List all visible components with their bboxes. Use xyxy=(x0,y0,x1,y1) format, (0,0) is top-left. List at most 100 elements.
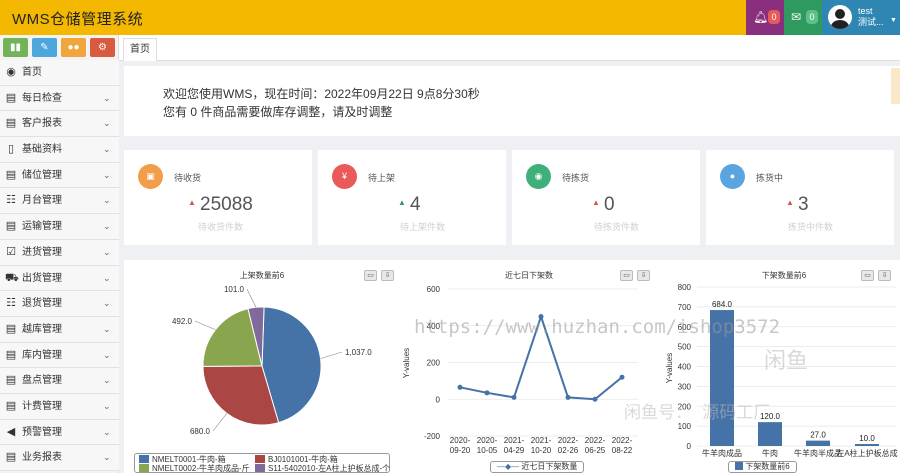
messages-button[interactable]: ✉ 0 xyxy=(784,0,822,35)
sidebar-item[interactable]: ◉ 首页 xyxy=(0,60,119,86)
y-tick-label: 100 xyxy=(678,422,692,431)
pie-connector xyxy=(246,288,257,308)
chart-shortcut-button[interactable]: ▮▮ xyxy=(3,38,28,57)
list-icon: ☷ xyxy=(6,297,16,310)
line-legend-item[interactable]: —◆— 近七日下架数量 xyxy=(490,461,585,473)
stat-card[interactable]: ● 拣货中 ▲ 3 拣货中件数 xyxy=(706,150,894,245)
legend-swatch xyxy=(255,464,265,472)
pie-connector xyxy=(194,320,216,331)
user-menu[interactable]: test 测试... ▼ xyxy=(822,0,900,35)
tab-home[interactable]: 首页 xyxy=(123,38,157,61)
sidebar-item-label: 每日检查 xyxy=(22,92,62,104)
panel-edge-tab[interactable] xyxy=(891,68,900,104)
sidebar-item[interactable]: ◀ 预警管理 ⌄ xyxy=(0,419,119,446)
print-icon: ▭ xyxy=(623,272,630,279)
chevron-down-icon: ⌄ xyxy=(103,375,111,386)
chevron-down-icon: ⌄ xyxy=(103,92,111,103)
sidebar-item[interactable]: ▤ 每日检查 ⌄ xyxy=(0,85,119,112)
tab-bar: 首页 xyxy=(119,35,900,61)
watermark-logo: 闲鱼 xyxy=(764,349,809,374)
sidebar-item[interactable]: ⛟ 出货管理 ⌄ xyxy=(0,265,119,292)
legend-item[interactable]: NMELT0001-牛肉-箱 xyxy=(139,455,226,464)
x-tick-label: 2022- xyxy=(585,436,606,445)
chart1-print-button[interactable]: ▭ xyxy=(364,270,377,281)
envelope-icon: ✉ xyxy=(791,10,802,24)
settings-shortcut-button[interactable]: ⚙ xyxy=(90,38,115,57)
x-tick-label: 左A柱上护板总成 xyxy=(836,448,897,458)
legend-item[interactable]: BJ0101001-牛肉-箱 xyxy=(255,455,338,464)
stat-card[interactable]: ◉ 待拣货 ▲ 0 待拣货件数 xyxy=(512,150,700,245)
line-chart-title: 近七日下架数 xyxy=(505,270,553,280)
sidebar-item[interactable]: ▤ 库内管理 ⌄ xyxy=(0,342,119,369)
chevron-down-icon: ⌄ xyxy=(103,195,111,206)
user-icon: ● xyxy=(720,164,745,189)
stat-card[interactable]: ▣ 待收货 ▲ 25088 待收货件数 xyxy=(124,150,312,245)
chevron-down-icon: ⌄ xyxy=(103,349,111,360)
legend-label: S11-5402010-左A柱上护板总成-个 xyxy=(268,464,391,473)
user-name: test xyxy=(858,6,873,16)
x-tick-label: 2021- xyxy=(531,436,552,445)
stat-subtitle: 待收货件数 xyxy=(198,222,244,232)
app-title: WMS仓储管理系统 xyxy=(12,11,144,28)
sidebar-item[interactable]: ▤ 越库管理 ⌄ xyxy=(0,316,119,343)
chart3-print-button[interactable]: ▭ xyxy=(861,270,874,281)
yen-icon: ¥ xyxy=(332,164,357,189)
line-point xyxy=(565,394,571,400)
chevron-down-icon: ⌄ xyxy=(103,221,111,232)
sidebar-item[interactable]: ▤ 客户报表 ⌄ xyxy=(0,111,119,138)
list-icon: ▤ xyxy=(5,220,17,233)
line-point xyxy=(592,396,598,402)
bar-data-label: 27.0 xyxy=(810,431,826,440)
users-shortcut-button[interactable]: ●● xyxy=(61,38,86,57)
sidebar-item[interactable]: ▤ 盘点管理 ⌄ xyxy=(0,368,119,394)
sidebar-item[interactable]: ▤ 业务报表 ⌄ xyxy=(0,445,119,471)
y-tick-label: -200 xyxy=(424,432,441,441)
sidebar-item[interactable]: ☷ 月台管理 ⌄ xyxy=(0,188,119,215)
caret-up-icon: ▲ xyxy=(398,198,406,207)
legend-label: 近七日下架数量 xyxy=(521,462,578,471)
chevron-down-icon: ⌄ xyxy=(103,144,111,155)
legend-item[interactable]: S11-5402010-左A柱上护板总成-个 xyxy=(255,464,390,473)
chevron-down-icon: ⌄ xyxy=(103,169,111,180)
x-tick-label: 04-29 xyxy=(504,446,525,455)
edit-shortcut-button[interactable]: ✎ xyxy=(32,38,57,57)
chart2-export-button[interactable]: ⇩ xyxy=(637,270,650,281)
download-icon: ⇩ xyxy=(881,272,888,279)
list-icon: ▤ xyxy=(5,399,17,412)
sidebar-item-label: 越库管理 xyxy=(22,323,62,335)
stat-card[interactable]: ¥ 待上架 ▲ 4 待上架件数 xyxy=(318,150,506,245)
notifications-button[interactable]: 🔔︎ 0 xyxy=(746,0,784,35)
sidebar-item[interactable]: ▯ 基础资料 ⌄ xyxy=(0,137,119,163)
watermark-url: https://www.huzhan.com/ishop3572 xyxy=(414,316,781,338)
cart-icon: ▣ xyxy=(138,164,163,189)
sidebar-item[interactable]: ☑ 进货管理 ⌄ xyxy=(0,239,119,266)
caret-down-icon: ▼ xyxy=(890,17,897,24)
legend-item[interactable]: NMELT0002-牛羊肉成品-斤 xyxy=(139,464,250,473)
list-icon: ▤ xyxy=(5,374,17,387)
sidebar-item[interactable]: ▤ 计费管理 ⌄ xyxy=(0,393,119,420)
legend-label: NMELT0002-牛羊肉成品-斤 xyxy=(152,464,250,473)
bar xyxy=(758,422,782,446)
sidebar-item-label: 计费管理 xyxy=(22,400,62,412)
bar-legend-item[interactable]: 下架数量前6 xyxy=(728,461,797,473)
sidebar-item-label: 月台管理 xyxy=(22,195,62,207)
stat-title: 待拣货 xyxy=(562,173,590,183)
y-tick-label: 200 xyxy=(427,359,441,368)
sidebar-item-label: 退货管理 xyxy=(22,298,62,310)
chart3-export-button[interactable]: ⇩ xyxy=(878,270,891,281)
sidebar-item[interactable]: ▤ 储位管理 ⌄ xyxy=(0,162,119,189)
x-tick-label: 06-25 xyxy=(585,446,606,455)
sidebar-item[interactable]: ☷ 退货管理 ⌄ xyxy=(0,291,119,317)
chevron-down-icon: ⌄ xyxy=(103,246,111,257)
chart1-export-button[interactable]: ⇩ xyxy=(381,270,394,281)
sidebar-item-label: 运输管理 xyxy=(22,221,62,233)
chevron-down-icon: ⌄ xyxy=(103,323,111,334)
bar-data-label: 10.0 xyxy=(859,434,875,443)
x-tick-label: 2022- xyxy=(558,436,579,445)
stat-subtitle: 待上架件数 xyxy=(400,222,446,232)
chart2-print-button[interactable]: ▭ xyxy=(620,270,633,281)
sidebar-item[interactable]: ▤ 运输管理 ⌄ xyxy=(0,214,119,240)
legend-marker-icon: —◆— xyxy=(497,462,520,471)
bar-chart-icon: ▮▮ xyxy=(9,42,21,53)
x-tick-label: 2021- xyxy=(504,436,525,445)
